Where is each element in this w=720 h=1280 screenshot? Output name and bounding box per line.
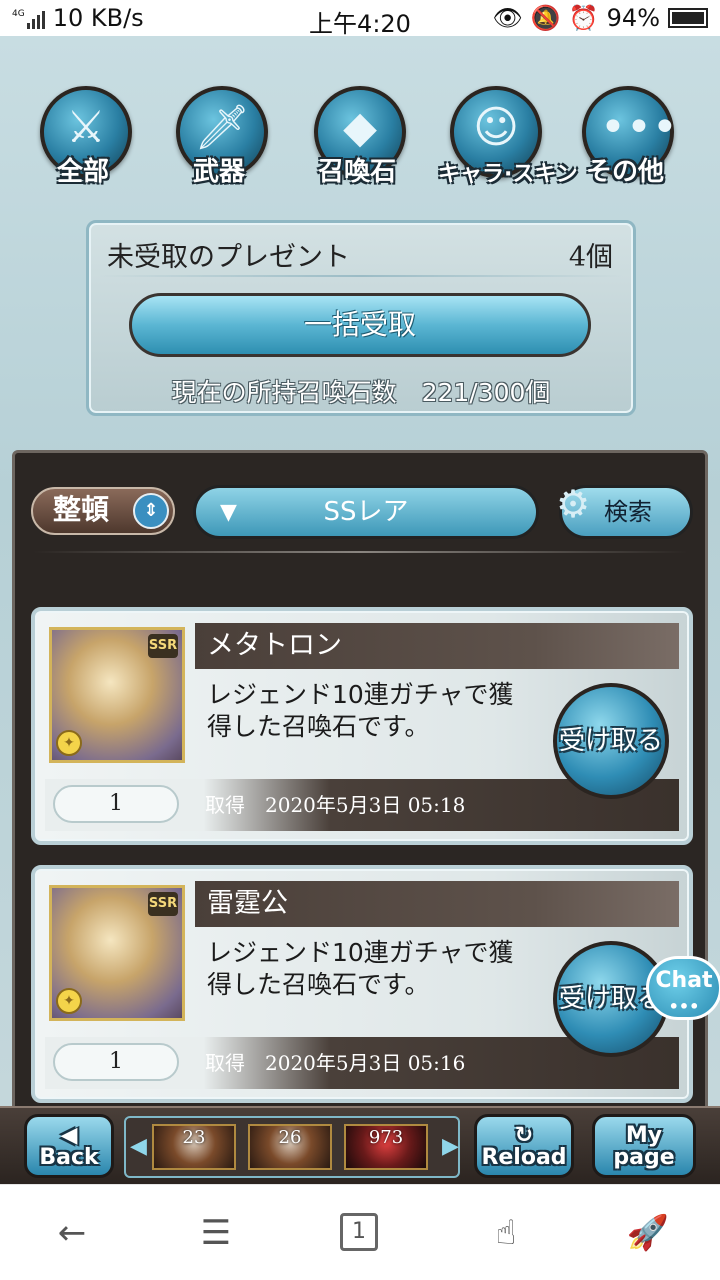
coin-icon: ✦ [56, 730, 82, 756]
summon-thumbnail[interactable]: SSR ✦ [49, 627, 185, 763]
quest-thumbnail[interactable]: 26 [248, 1124, 332, 1170]
battery-percent: 94% [606, 4, 660, 32]
coin-icon: ✦ [56, 988, 82, 1014]
battery-icon [668, 8, 708, 28]
game-screen: ⚔ 全部 🗡 武器 ◆ 召喚石 ☺ キャラ·スキン ••• その他 未受取のプレ… [0, 36, 720, 1184]
divider [33, 551, 687, 553]
summon-stone-icon: ◆ [343, 102, 377, 153]
back-arrow-icon[interactable]: ← [50, 1213, 94, 1253]
present-count: 4個 [568, 242, 613, 273]
present-list-panel: 整頓 ⇕ ▼ SSレア ⚙ 検索 SSR ✦ メタトロン レジェンド10連ガチャ… [12, 450, 708, 1140]
item-description: レジェンド10連ガチャで獲 得した召喚石です。 [207, 938, 514, 999]
all-items-icon: ⚔ [66, 102, 106, 153]
chat-button[interactable]: Chat ••• [646, 956, 720, 1020]
list-item: SSR ✦ メタトロン レジェンド10連ガチャで獲 得した召喚石です。 1 取得… [31, 607, 693, 845]
rarity-filter-select[interactable]: ▼ SSレア [193, 485, 539, 539]
tab-weapon[interactable]: 🗡 武器 [164, 80, 274, 190]
sort-button[interactable]: 整頓 ⇕ [31, 487, 175, 535]
mute-bell-icon: 🔕 [530, 4, 561, 32]
carousel-left-arrow-icon[interactable]: ◀ [130, 1134, 147, 1160]
tab-other[interactable]: ••• その他 [570, 80, 680, 190]
menu-icon[interactable]: ☰ [194, 1213, 238, 1253]
acquired-date: 取得 2020年5月3日 05:16 [205, 1051, 466, 1075]
quantity: 1 [53, 785, 179, 823]
tab-summon-stone[interactable]: ◆ 召喚石 [302, 80, 412, 190]
tab-character-skin[interactable]: ☺ キャラ·スキン [438, 80, 578, 190]
eye-icon: 👁 [492, 4, 523, 32]
receive-button[interactable]: 受け取る [553, 683, 669, 799]
rocket-icon[interactable]: 🚀 [626, 1213, 670, 1253]
gesture-icon[interactable]: ☝ [484, 1213, 528, 1253]
tab-count-button[interactable]: 1 [340, 1213, 378, 1251]
dropdown-icon: ▼ [220, 500, 237, 525]
acquired-date: 取得 2020年5月3日 05:18 [205, 793, 466, 817]
weapon-icon: 🗡 [194, 102, 250, 153]
item-description: レジェンド10連ガチャで獲 得した召喚石です。 [207, 680, 514, 741]
alarm-icon: ⏰ [568, 4, 599, 32]
item-name: 雷霆公 [195, 881, 679, 927]
status-bar: 4G 10 KB/s 上午4:20 👁 🔕 ⏰ 94% [0, 0, 720, 38]
quantity: 1 [53, 1043, 179, 1081]
reload-button[interactable]: ↻ Reload [474, 1114, 574, 1178]
sort-toggle-icon: ⇕ [133, 493, 169, 529]
quest-thumbnail[interactable]: 23 [152, 1124, 236, 1170]
rarity-badge: SSR [148, 892, 178, 916]
quest-thumbnail[interactable]: 973 [344, 1124, 428, 1170]
quest-carousel: ◀ 23 26 973 ▶ [124, 1116, 460, 1178]
gear-icon: ⚙ [556, 482, 591, 526]
back-button[interactable]: ◀ Back [24, 1114, 114, 1178]
summon-stock: 現在の所持召喚石数 221/300個 [171, 378, 551, 407]
browser-toolbar: ← ☰ 1 ☝ 🚀 [0, 1184, 720, 1280]
character-skin-icon: ☺ [473, 102, 519, 153]
game-bottom-nav: ◀ Back ◀ 23 26 973 ▶ ↻ Reload My page [0, 1106, 720, 1184]
search-button[interactable]: ⚙ 検索 [556, 482, 693, 539]
category-tabs: ⚔ 全部 🗡 武器 ◆ 召喚石 ☺ キャラ·スキン ••• その他 [0, 80, 720, 210]
more-icon: ••• [600, 102, 678, 153]
rarity-badge: SSR [148, 634, 178, 658]
present-summary: 未受取のプレゼント 4個 一括受取 現在の所持召喚石数 221/300個 [86, 220, 636, 416]
summon-thumbnail[interactable]: SSR ✦ [49, 885, 185, 1021]
carousel-right-arrow-icon[interactable]: ▶ [442, 1134, 459, 1160]
list-item: SSR ✦ 雷霆公 レジェンド10連ガチャで獲 得した召喚石です。 1 取得 20… [31, 865, 693, 1103]
tab-all[interactable]: ⚔ 全部 [28, 80, 138, 190]
bulk-receive-button[interactable]: 一括受取 [129, 293, 591, 357]
item-name: メタトロン [195, 623, 679, 669]
present-title: 未受取のプレゼント [107, 242, 350, 273]
mypage-button[interactable]: My page [592, 1114, 696, 1178]
divider [99, 275, 623, 277]
